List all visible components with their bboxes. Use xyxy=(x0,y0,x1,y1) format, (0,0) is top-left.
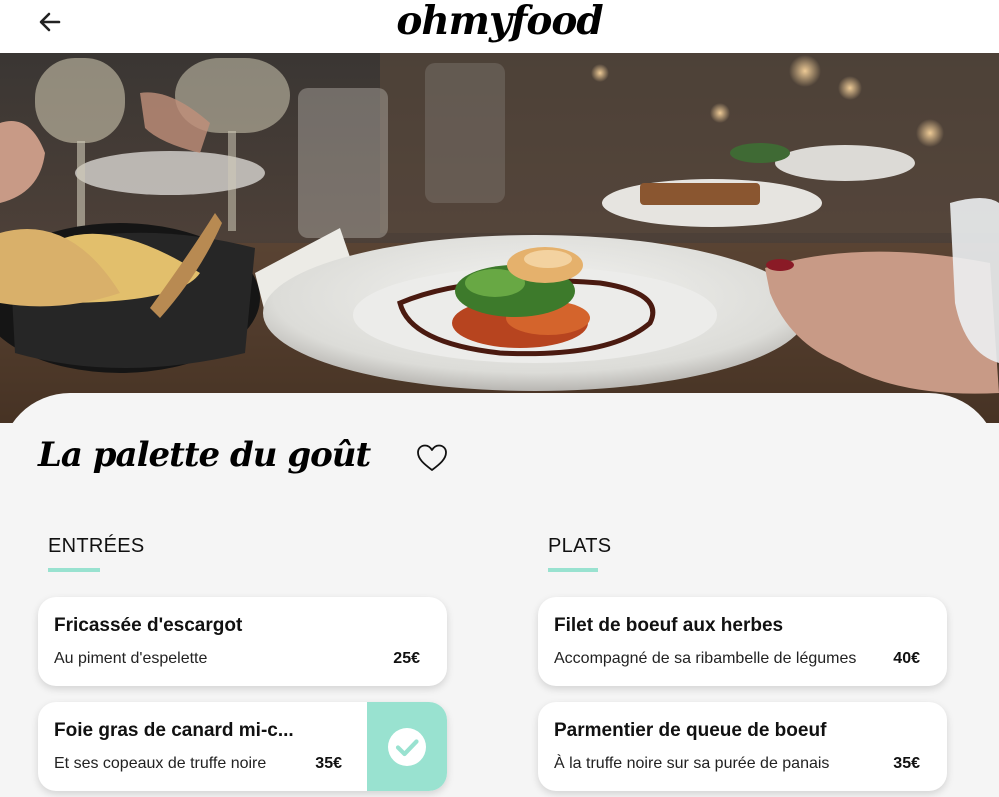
restaurant-hero-image xyxy=(0,53,999,423)
restaurant-title: La palette du goût xyxy=(38,435,371,475)
menu-item-card-selected[interactable]: Foie gras de canard mi-c... Et ses copea… xyxy=(38,702,447,791)
menu-item-card[interactable]: Filet de boeuf aux herbes Accompagné de … xyxy=(538,597,947,686)
menu-item-description: Au piment d'espelette xyxy=(54,650,208,667)
favorite-button[interactable] xyxy=(416,443,448,473)
section-underline-plats xyxy=(548,568,598,572)
selected-indicator xyxy=(367,702,447,791)
menu-item-description: Et ses copeaux de truffe noire xyxy=(54,755,267,772)
menu-item-card[interactable]: Fricassée d'escargot Au piment d'espelet… xyxy=(38,597,447,686)
section-title-entrees: ENTRÉES xyxy=(48,535,145,557)
menu-item-name: Fricassée d'escargot xyxy=(54,615,243,636)
menu-item-name: Foie gras de canard mi-c... xyxy=(54,720,294,741)
menu-item-description: À la truffe noire sur sa purée de panais xyxy=(554,755,830,772)
heart-outline-icon xyxy=(417,444,447,471)
menu-item-name: Filet de boeuf aux herbes xyxy=(554,615,784,636)
section-underline-entrees xyxy=(48,568,100,572)
menu-panel: La palette du goût ENTRÉES Fricassée d'e… xyxy=(0,393,999,797)
check-circle-icon xyxy=(388,728,426,766)
menu-item-price: 40€ xyxy=(893,650,920,667)
section-title-plats: PLATS xyxy=(548,535,612,557)
app-logo[interactable]: ohmyfood xyxy=(0,0,999,44)
menu-item-price: 25€ xyxy=(393,650,420,667)
menu-item-price: 35€ xyxy=(315,755,342,772)
menu-item-name: Parmentier de queue de boeuf xyxy=(554,720,827,741)
menu-item-card[interactable]: Parmentier de queue de boeuf À la truffe… xyxy=(538,702,947,791)
menu-item-price: 35€ xyxy=(893,755,920,772)
header: ohmyfood xyxy=(0,0,999,53)
menu-item-description: Accompagné de sa ribambelle de légumes xyxy=(554,650,857,667)
